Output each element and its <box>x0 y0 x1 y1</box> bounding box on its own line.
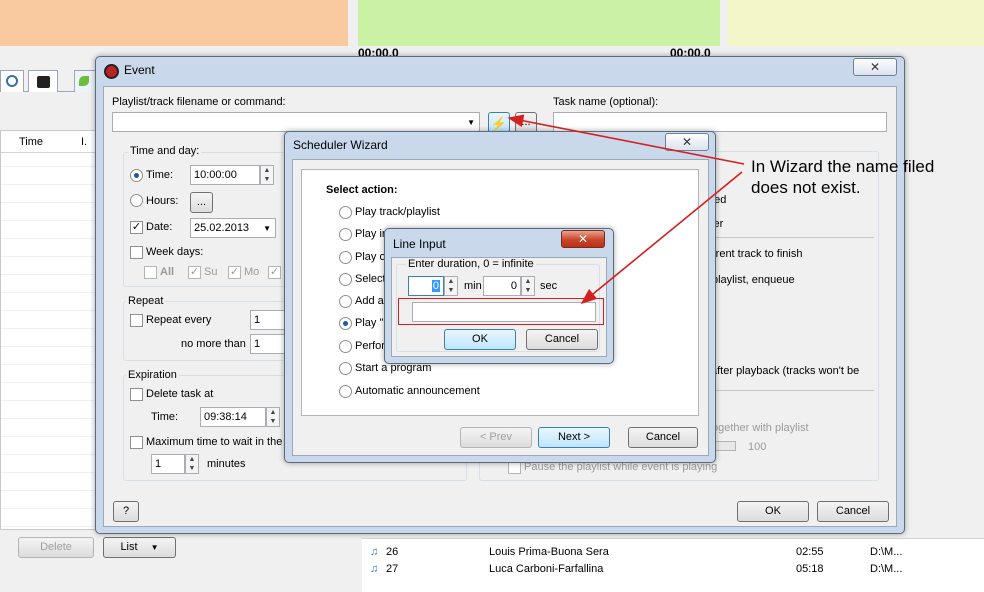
annotation-line-1: In Wizard the name filed <box>751 157 935 176</box>
annotation-line-2: does not exist. <box>751 178 861 197</box>
annotation-arrows <box>507 114 745 305</box>
arrow-to-wizard-button <box>507 114 745 165</box>
arrow-to-name-field <box>580 171 743 305</box>
annotation-text: In Wizard the name filed does not exist. <box>751 156 934 198</box>
